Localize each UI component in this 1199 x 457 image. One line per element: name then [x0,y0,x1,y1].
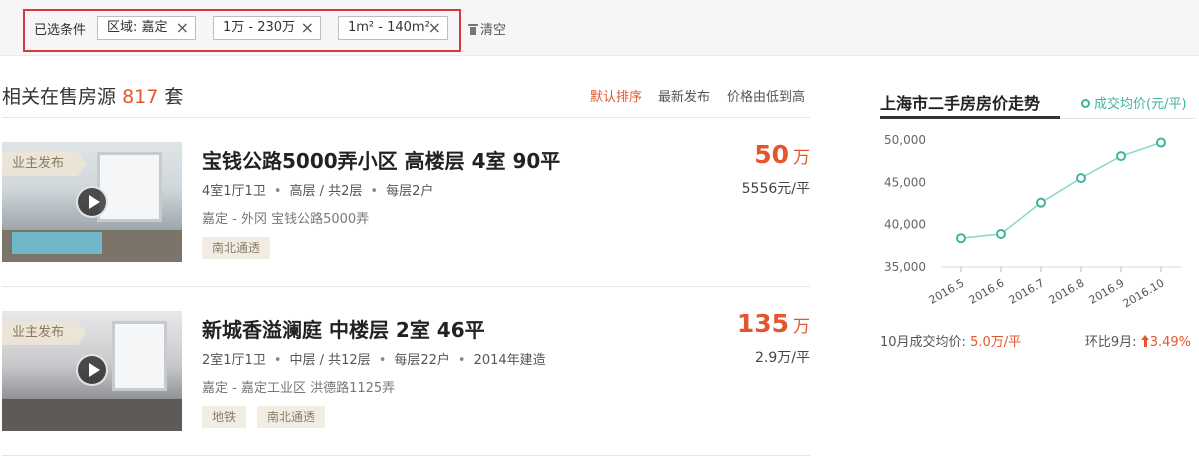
photo-bed [12,232,102,254]
listing-meta: 4室1厅1卫 • 高层 / 共2层 • 每层2户 [202,184,434,199]
listing-title[interactable]: 新城香溢澜庭 中楼层 2室 46平 [202,314,485,343]
y-tick-label: 50,000 [884,133,926,147]
data-point [956,233,966,244]
october-avg-label: 10月成交均价: [880,335,966,350]
price-trend-chart: 50,00045,00040,00035,0002016.5 2016.6 2016… [884,133,1181,310]
x-tick-label: 2016.7 [1007,276,1047,307]
play-video-icon[interactable] [76,354,108,386]
y-tick-label: 40,000 [884,218,926,232]
listing-tag: 南北通透 [257,406,326,428]
photo-window [97,152,162,222]
listing-count-suffix: 套 [164,86,184,108]
listing-location[interactable]: 嘉定 - 外冈 宝钱公路5000弄 [202,208,369,227]
filter-bar: 已选条件 区域: 嘉定 × 1万 - 230万 × 1m² - 140m² × … [0,0,1199,56]
price-trend-title: 上海市二手房房价走势 [880,94,1041,113]
october-avg-price: 10月成交均价: 5.0万/平 [880,331,1021,350]
price-unit: 万 [793,148,810,168]
listing-layout: 2室1厅1卫 [202,353,266,368]
listing-meta: 2室1厅1卫 • 中层 / 共12层 • 每层22户 • 2014年建造 [202,353,546,368]
listing-units-per-floor: 每层2户 [386,184,434,199]
close-icon[interactable]: × [428,17,441,39]
listing-floor: 中层 / 共12层 [289,353,371,368]
filter-chip-price[interactable]: 1万 - 230万 × [213,16,321,40]
mom-value: 3.49% [1149,335,1191,350]
divider [2,286,810,287]
listing-count-prefix: 相关在售房源 [2,86,117,108]
mom-label: 环比9月: [1084,335,1137,350]
filter-chip-area[interactable]: 1m² - 140m² × [338,16,448,40]
x-tick-label: 2016.9 [1087,276,1127,307]
month-over-month-change: 环比9月: 3.49% [1085,331,1191,350]
listing-count: 相关在售房源 817 套 [2,82,183,109]
listing-tag: 地铁 [202,406,247,428]
series-line [960,141,1162,240]
price-unit: 万 [793,317,810,337]
data-point [1116,151,1126,162]
listing-photo[interactable]: 业主发布 [2,142,182,262]
listing-count-number: 817 [122,86,159,108]
listing-location[interactable]: 嘉定 - 嘉定工业区 洪德路1125弄 [202,377,395,396]
legend-label: 成交均价(元/平) [1094,97,1187,112]
sort-default[interactable]: 默认排序 [590,86,642,105]
trend-title-underline [880,116,1060,119]
photo-window [112,321,167,391]
arrow-up-icon [1140,335,1150,347]
sort-newest[interactable]: 最新发布 [658,86,710,105]
sort-price-asc[interactable]: 价格由低到高 [727,86,805,105]
data-point [1076,173,1086,184]
filter-chip-label: 1m² - 140m² [348,20,430,35]
x-tick-label: 2016.5 [927,276,967,307]
price-value: 50 [754,140,789,169]
play-video-icon[interactable] [76,186,108,218]
data-point [1156,137,1166,148]
filter-chip-label: 区域: 嘉定 [107,20,168,35]
y-tick-label: 35,000 [884,260,926,274]
owner-listing-badge: 业主发布 [2,321,86,345]
listing-price: 135 万 [737,309,810,338]
clear-filters-label: 清空 [480,23,507,38]
listing-title[interactable]: 宝钱公路5000弄小区 高楼层 4室 90平 [202,145,560,174]
listing-unit-price: 2.9万/平 [755,350,810,366]
october-avg-value: 5.0万/平 [970,335,1022,350]
data-point [1036,197,1046,208]
filter-chip-label: 1万 - 230万 [223,20,296,35]
divider [2,455,810,456]
listing-unit-price: 5556元/平 [741,181,810,197]
divider [2,117,810,118]
listing-price: 50 万 [754,140,810,169]
selected-filters-title: 已选条件 [34,23,87,38]
clear-filters-button[interactable]: 清空 [468,19,506,38]
owner-listing-badge: 业主发布 [2,152,86,176]
close-icon[interactable]: × [176,17,189,39]
listing-photo[interactable]: 业主发布 [2,311,182,431]
close-icon[interactable]: × [301,17,314,39]
listing-floor: 高层 / 共2层 [289,184,363,199]
chart-legend: 成交均价(元/平) [1081,93,1187,112]
trash-icon [468,24,478,35]
x-tick-label: 2016.10 [1121,276,1167,310]
listing-tag: 南北通透 [202,237,271,259]
photo-floor [2,399,182,431]
data-point [996,228,1006,239]
listing-layout: 4室1厅1卫 [202,184,266,199]
legend-marker-icon [1081,99,1090,108]
price-value: 135 [736,309,789,338]
listing-build-year: 2014年建造 [473,353,546,368]
listing-units-per-floor: 每层22户 [394,353,450,368]
x-tick-label: 2016.8 [1047,276,1087,307]
x-tick-label: 2016.6 [967,276,1007,307]
filter-chip-district[interactable]: 区域: 嘉定 × [97,16,196,40]
y-tick-label: 45,000 [884,175,926,189]
